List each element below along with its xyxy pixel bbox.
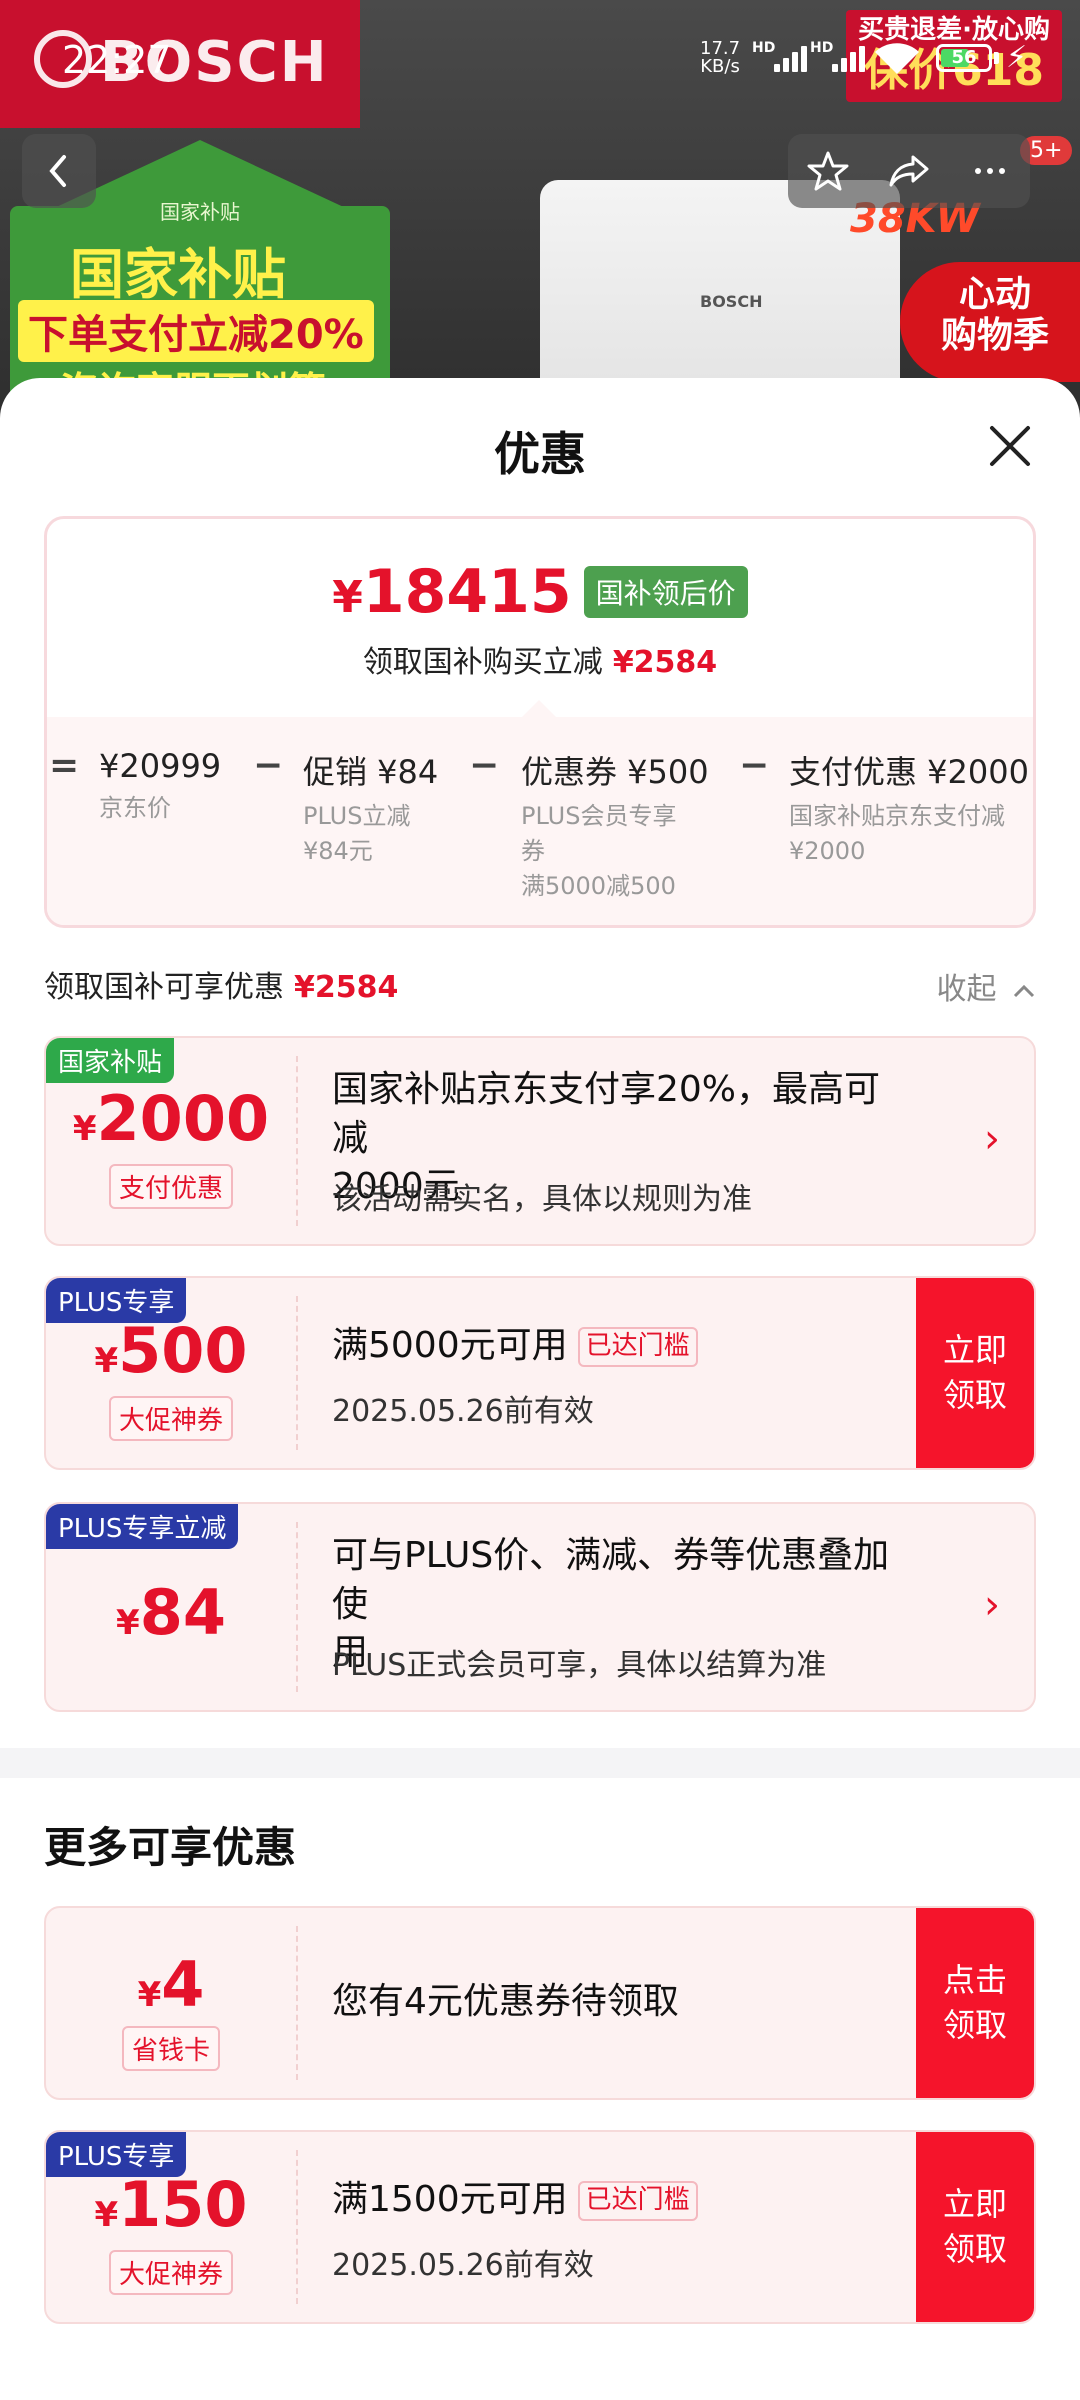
breakdown-list-price: ¥20999 京东价 (99, 747, 222, 822)
chevron-right-icon: › (984, 1582, 1000, 1628)
chevron-up-icon (1013, 984, 1035, 998)
sheet-title: 优惠 (494, 427, 586, 481)
coupon-tag: 国家补贴 (46, 1038, 175, 1083)
boiler-logo: BOSCH (700, 292, 763, 311)
back-button[interactable] (22, 134, 96, 208)
battery-level: 56 (951, 47, 977, 68)
coupon-desc: 2025.05.26前有效 (332, 1394, 594, 1429)
coupon-amount: ¥2000 (72, 1082, 270, 1155)
status-bar: 22:27 17.7 KB/s HD HD 56 ⚡ (0, 0, 1080, 120)
coupon-card-saving-card: ¥4 省钱卡 您有4元优惠券待领取 点击 领取 (44, 1906, 1036, 2100)
breakdown-promotion: 促销 ¥84 PLUS立减 ¥84元 (303, 753, 439, 865)
collapse-toggle[interactable]: 收起 (936, 964, 1036, 1008)
claim-coupon-button[interactable]: 立即 领取 (916, 2132, 1034, 2322)
coupon-card-plus-84[interactable]: PLUS专享立减 ¥84 可与PLUS价、满减、券等优惠叠加使用 PLUS正式会… (44, 1502, 1036, 1712)
chevron-right-icon: › (984, 1116, 1000, 1162)
threshold-reached-badge: 已达门槛 (577, 2181, 698, 2221)
section-divider (0, 1748, 1080, 1778)
subsidy-reduce-line: 领取国补购买立减 ¥2584 (362, 645, 718, 680)
coupon-card-plus-150: PLUS专享 ¥150 大促神券 满1500元可用 已达门槛 2025.05.26… (44, 2130, 1036, 2324)
charging-icon: ⚡ (1006, 40, 1028, 75)
status-time: 22:27 (62, 38, 172, 82)
coupon-type: 支付优惠 (108, 1164, 234, 1209)
hd-label-1: HD (752, 40, 776, 56)
price-breakdown: = ¥20999 京东价 − 促销 ¥84 PLUS立减 ¥84元 − 优惠券 ¥… (47, 717, 1033, 925)
coupon-desc: 2025.05.26前有效 (332, 2248, 594, 2283)
coupon-card-plus-500: PLUS专享 ¥500 大促神券 满5000元可用 已达门槛 2025.05.26… (44, 1276, 1036, 1470)
battery-icon: 56 (936, 44, 992, 72)
equals-sign: = (49, 745, 80, 786)
coupon-type: 大促神券 (108, 1396, 234, 1441)
hd-label-2: HD (810, 40, 834, 56)
wifi-icon (875, 43, 919, 74)
coupon-type: 省钱卡 (121, 2026, 221, 2071)
coupon-tag: PLUS专享立减 (46, 1504, 239, 1549)
top-toolbar (788, 134, 1030, 208)
claim-coupon-button[interactable]: 立即 领取 (916, 1278, 1034, 1468)
breakdown-payment: 支付优惠 ¥2000 国家补贴京东支付减 ¥2000 (789, 753, 1029, 865)
more-discounts-title: 更多可享优惠 (44, 1823, 297, 1872)
house-small-label: 国家补贴 (160, 200, 240, 224)
price-summary-card: ¥18415 国补领后价 领取国补购买立减 ¥2584 = ¥20999 京东价 … (44, 516, 1036, 928)
threshold-reached-badge: 已达门槛 (577, 1327, 698, 1367)
house-discount-line: 下单支付立减20% (18, 300, 374, 362)
minus-sign: − (739, 745, 770, 786)
coupon-amount: ¥500 (94, 1314, 248, 1387)
final-price: ¥18415 (332, 557, 572, 627)
discount-sheet: 优惠 ¥18415 国补领后价 领取国补购买立减 ¥2584 = ¥20999 京… (0, 378, 1080, 2400)
minus-sign: − (253, 745, 284, 786)
house-title: 国家补贴 (70, 243, 286, 306)
close-icon[interactable] (986, 422, 1034, 470)
coupon-amount: ¥84 (116, 1576, 226, 1649)
coupon-amount: ¥150 (94, 2168, 248, 2241)
coupon-amount: ¥4 (137, 1948, 205, 2021)
breakdown-coupon: 优惠券 ¥500 PLUS会员专享券满5000减500 (521, 753, 709, 900)
coupon-type: 大促神券 (108, 2250, 234, 2295)
more-icon[interactable] (968, 149, 1012, 193)
coupon-title: 满1500元可用 已达门槛 (332, 2176, 698, 2225)
coupon-desc: PLUS正式会员可享，具体以结算为准 (332, 1648, 827, 1683)
shopping-season-badge: 心动 购物季 (900, 262, 1080, 382)
signal-icon (774, 44, 807, 72)
share-icon[interactable] (887, 149, 931, 193)
network-speed: 17.7 KB/s (700, 38, 741, 77)
coupon-title: 满5000元可用 已达门槛 (332, 1322, 698, 1371)
available-discount-row: 领取国补可享优惠 ¥2584 收起 (44, 962, 1036, 1012)
coupon-title: 您有4元优惠券待领取 (332, 1981, 679, 2022)
signal-icon-2 (832, 44, 865, 72)
star-icon[interactable] (806, 149, 850, 193)
claim-coupon-button[interactable]: 点击 领取 (916, 1908, 1034, 2098)
coupon-desc: 该活动需实名，具体以规则为准 (332, 1182, 752, 1217)
back-icon (49, 155, 66, 187)
coupon-card-national-subsidy[interactable]: 国家补贴 ¥2000 支付优惠 国家补贴京东支付享20%，最高可减 2000元 该… (44, 1036, 1036, 1246)
final-price-tag: 国补领后价 (583, 566, 748, 618)
minus-sign: − (469, 745, 500, 786)
